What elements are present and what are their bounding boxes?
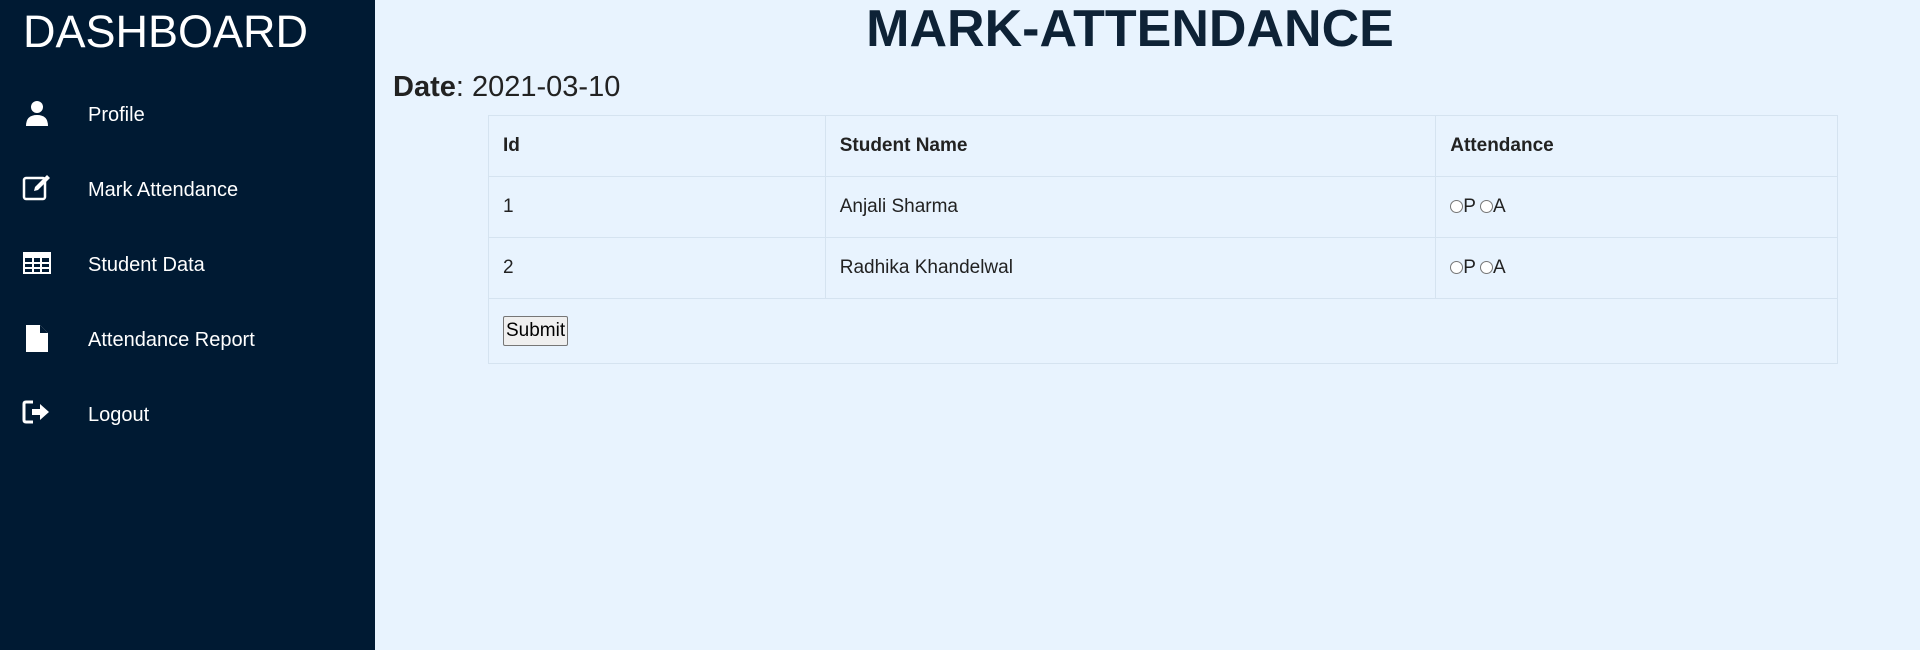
sidebar-item-student-data[interactable]: Student Data xyxy=(0,240,375,290)
submit-row: Submit xyxy=(488,298,1838,364)
cell-attendance: PA xyxy=(1435,237,1838,299)
user-icon xyxy=(22,98,52,128)
submit-button[interactable]: Submit xyxy=(503,316,569,346)
brand-title: DASHBOARD xyxy=(23,6,309,57)
table-row: 1 Anjali Sharma PA xyxy=(488,176,1838,238)
present-radio[interactable] xyxy=(1450,261,1464,274)
sidebar-item-label: Logout xyxy=(88,404,150,426)
cell-id: 2 xyxy=(488,237,826,299)
date-value: 2021-03-10 xyxy=(471,71,621,103)
present-label: P xyxy=(1463,257,1476,278)
present-radio[interactable] xyxy=(1450,200,1464,213)
table-header-row: Id Student Name Attendance xyxy=(488,115,1838,177)
cell-attendance: PA xyxy=(1435,176,1838,238)
date-separator: : xyxy=(455,71,472,103)
table-icon xyxy=(22,248,52,278)
cell-student-name: Radhika Khandelwal xyxy=(824,237,1437,299)
absent-radio[interactable] xyxy=(1479,261,1493,274)
date-label: Date xyxy=(393,71,456,103)
cell-id: 1 xyxy=(488,176,826,238)
absent-label: A xyxy=(1492,257,1506,278)
sidebar-item-label: Student Data xyxy=(88,254,205,276)
sidebar-item-logout[interactable]: Logout xyxy=(0,390,375,440)
cell-student-name: Anjali Sharma xyxy=(824,176,1437,238)
submit-cell: Submit xyxy=(488,298,1838,364)
edit-icon xyxy=(22,173,52,203)
main-content: MARK-ATTENDANCE Date: 2021-03-10 Id Stud… xyxy=(375,0,1920,650)
column-header-id: Id xyxy=(488,115,826,177)
attendance-table: Id Student Name Attendance 1 Anjali Shar… xyxy=(488,115,1838,364)
date-line: Date: 2021-03-10 xyxy=(393,70,620,104)
sidebar-item-label: Attendance Report xyxy=(88,329,255,351)
file-icon xyxy=(22,323,52,353)
sign-out-icon xyxy=(22,398,52,428)
absent-radio[interactable] xyxy=(1479,200,1493,213)
sidebar: DASHBOARD Profile Mark Attendance Studen… xyxy=(0,0,375,650)
sidebar-item-mark-attendance[interactable]: Mark Attendance xyxy=(0,165,375,215)
sidebar-item-profile[interactable]: Profile xyxy=(0,90,375,140)
page-title: MARK-ATTENDANCE xyxy=(866,0,1394,58)
sidebar-item-label: Profile xyxy=(88,104,145,126)
column-header-attendance: Attendance xyxy=(1435,115,1838,177)
column-header-student-name: Student Name xyxy=(824,115,1437,177)
sidebar-item-attendance-report[interactable]: Attendance Report xyxy=(0,315,375,365)
sidebar-item-label: Mark Attendance xyxy=(88,179,239,201)
present-label: P xyxy=(1463,196,1476,217)
absent-label: A xyxy=(1492,196,1506,217)
table-row: 2 Radhika Khandelwal PA xyxy=(488,237,1838,299)
